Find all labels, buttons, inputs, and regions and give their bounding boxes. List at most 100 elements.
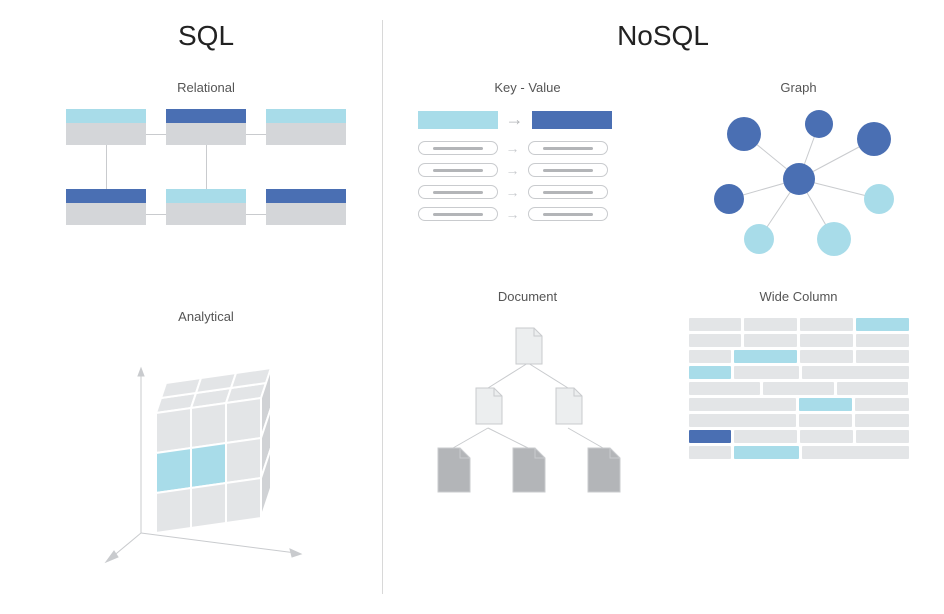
widecolumn-cell (799, 414, 853, 427)
arrow-icon: → (506, 140, 520, 156)
widecolumn-cell (800, 334, 853, 347)
widecolumn-row (689, 366, 909, 379)
widecolumn-row (689, 414, 909, 427)
widecolumn-cell (856, 334, 909, 347)
widecolumn-cell (689, 350, 731, 363)
nosql-column: NoSQL Key - Value → → → → → (382, 20, 914, 594)
analytical-section: Analytical (96, 309, 316, 568)
relational-label: Relational (177, 80, 235, 95)
widecolumn-label: Wide Column (759, 289, 837, 304)
key-pill (418, 185, 498, 199)
arrow-icon: → (506, 162, 520, 178)
document-diagram (418, 318, 638, 498)
widecolumn-row (689, 398, 909, 411)
key-pill (418, 141, 498, 155)
diagram-container: SQL Relational Analyti (0, 0, 944, 614)
node-icon (714, 184, 744, 214)
nosql-title: NoSQL (617, 20, 709, 52)
key-block (418, 111, 498, 129)
widecolumn-cell (855, 414, 909, 427)
document-section: Document (412, 289, 643, 498)
table-icon (266, 189, 346, 225)
table-icon (66, 189, 146, 225)
connector (146, 214, 166, 215)
value-block (532, 111, 612, 129)
widecolumn-cell (734, 350, 798, 363)
connector (246, 214, 266, 215)
widecolumn-cell (855, 398, 909, 411)
widecolumn-cell (856, 350, 909, 363)
keyvalue-section: Key - Value → → → → → (412, 80, 643, 259)
widecolumn-cell (763, 382, 834, 395)
connector (206, 145, 207, 189)
widecolumn-cell (799, 398, 853, 411)
table-icon (266, 109, 346, 145)
widecolumn-cell (689, 382, 760, 395)
table-icon (166, 189, 246, 225)
document-icon (513, 448, 545, 492)
widecolumn-row (689, 334, 909, 347)
widecolumn-row (689, 430, 909, 443)
document-icon (438, 448, 470, 492)
widecolumn-cell (856, 430, 909, 443)
widecolumn-cell (802, 446, 909, 459)
table-icon (66, 109, 146, 145)
connector (246, 134, 266, 135)
widecolumn-cell (800, 350, 853, 363)
node-icon (805, 110, 833, 138)
table-icon (166, 109, 246, 145)
arrow-icon: → (506, 109, 524, 130)
widecolumn-cell (689, 366, 732, 379)
widecolumn-cell (837, 382, 908, 395)
node-icon (744, 224, 774, 254)
document-icon (556, 388, 582, 424)
widecolumn-row (689, 318, 909, 331)
document-icon (588, 448, 620, 492)
connector (106, 145, 107, 189)
node-icon (857, 122, 891, 156)
node-icon (727, 117, 761, 151)
sql-column: SQL Relational Analyti (30, 20, 382, 594)
graph-diagram (699, 109, 899, 259)
widecolumn-cell (689, 446, 732, 459)
analytical-label: Analytical (178, 309, 234, 324)
value-pill (528, 163, 608, 177)
cube-diagram (96, 358, 316, 568)
keyvalue-diagram: → → → → → (418, 109, 638, 228)
keyvalue-label: Key - Value (494, 80, 560, 95)
widecolumn-row (689, 350, 909, 363)
document-label: Document (498, 289, 557, 304)
widecolumn-section: Wide Column (683, 289, 914, 498)
widecolumn-diagram (689, 318, 909, 462)
key-pill (418, 207, 498, 221)
widecolumn-cell (689, 430, 731, 443)
key-pill (418, 163, 498, 177)
graph-section: Graph (683, 80, 914, 259)
vertical-divider (382, 20, 383, 594)
value-pill (528, 185, 608, 199)
widecolumn-cell (734, 366, 798, 379)
widecolumn-cell (734, 446, 798, 459)
nosql-grid: Key - Value → → → → → Graph (412, 80, 914, 498)
widecolumn-cell (802, 366, 909, 379)
widecolumn-cell (689, 318, 742, 331)
widecolumn-cell (800, 318, 853, 331)
connector (146, 134, 166, 135)
value-pill (528, 207, 608, 221)
widecolumn-cell (744, 334, 797, 347)
widecolumn-cell (856, 318, 909, 331)
node-icon (864, 184, 894, 214)
arrow-icon: → (506, 184, 520, 200)
widecolumn-cell (689, 398, 796, 411)
widecolumn-cell (689, 414, 796, 427)
document-icon (476, 388, 502, 424)
document-icon (516, 328, 542, 364)
widecolumn-cell (689, 334, 742, 347)
widecolumn-row (689, 382, 909, 395)
node-icon (783, 163, 815, 195)
node-icon (817, 222, 851, 256)
arrow-icon: → (506, 206, 520, 222)
relational-diagram (66, 109, 346, 259)
sql-title: SQL (178, 20, 234, 52)
value-pill (528, 141, 608, 155)
